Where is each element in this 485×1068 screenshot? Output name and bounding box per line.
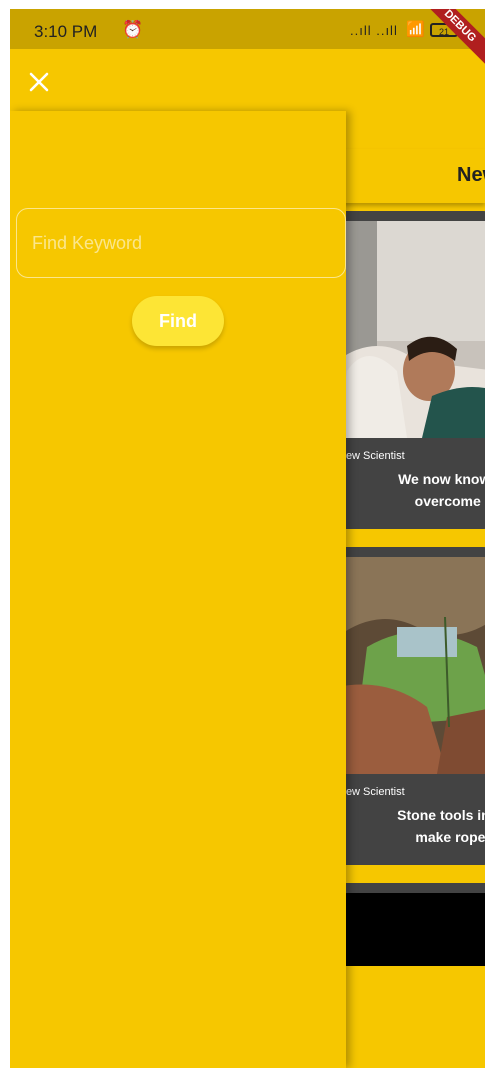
debug-label: DEBUG [441, 9, 479, 45]
battery-level: 21 [438, 27, 449, 37]
article-title-line1: We now know how c [398, 471, 485, 487]
article-card[interactable]: New Scientist We now know how c overcome… [325, 211, 485, 529]
drawer: Find [10, 72, 346, 1068]
article-title-line1: Stone tools in Filipin [397, 807, 485, 823]
article-title-line2: overcome nega [414, 493, 485, 509]
article-image [337, 893, 485, 966]
article-image [337, 221, 485, 438]
status-bar: 3:10 PM ⏰ ..ıll ..ıll 📶 21 DEBUG [10, 9, 485, 72]
app-bar-title: New [457, 164, 485, 186]
signal-icon: ..ıll ..ıll [350, 23, 398, 38]
find-button[interactable]: Find [132, 296, 224, 346]
article-image-graphic [337, 557, 485, 774]
article-card[interactable]: New Scientist Stone tools in Filipin mak… [325, 547, 485, 865]
article-title-line2: make ropes 40, [415, 829, 485, 845]
article-image-graphic [337, 221, 485, 438]
debug-banner: DEBUG [414, 9, 485, 72]
article-image [337, 557, 485, 774]
phone-screen: 3:10 PM ⏰ ..ıll ..ıll 📶 21 DEBUG New [10, 9, 485, 1068]
close-icon[interactable] [28, 71, 50, 93]
article-card[interactable] [325, 883, 485, 966]
wifi-icon: 📶 [406, 21, 425, 38]
article-source: New Scientist [338, 450, 405, 462]
search-input[interactable] [16, 208, 346, 278]
alarm-icon: ⏰ [122, 20, 144, 39]
article-source: New Scientist [338, 786, 405, 798]
status-time: 3:10 PM [34, 22, 98, 41]
